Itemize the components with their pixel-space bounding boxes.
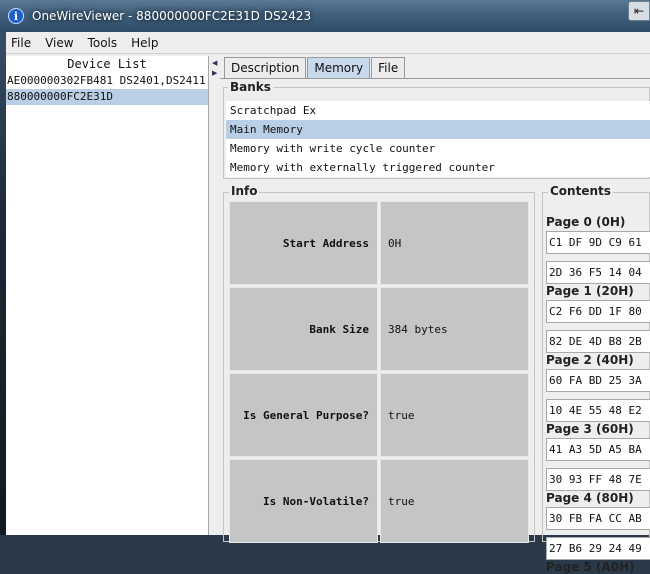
- info-group-title: Info: [229, 184, 260, 198]
- device-list-item[interactable]: AE000000302FB481 DS2401,DS2411: [6, 73, 208, 89]
- device-list-header: Device List: [67, 57, 147, 71]
- tab-description[interactable]: Description: [224, 57, 307, 78]
- menu-tools[interactable]: Tools: [81, 36, 125, 50]
- device-list-item-selected[interactable]: 880000000FC2E31D: [6, 89, 208, 105]
- expand-right-icon[interactable]: ▶: [212, 69, 217, 77]
- collapse-left-icon[interactable]: ◀: [212, 59, 217, 67]
- bank-item[interactable]: Scratchpad Ex: [226, 101, 650, 120]
- hex-row[interactable]: 30 93 FF 48 7E: [546, 468, 650, 491]
- info-label: Is General Purpose?: [229, 373, 378, 457]
- contents-group-title: Contents: [548, 184, 613, 198]
- hex-row[interactable]: C1 DF 9D C9 61: [546, 231, 650, 254]
- hex-row[interactable]: 82 DE 4D B8 2B: [546, 330, 650, 353]
- page-title: Page 1 (20H): [546, 284, 634, 298]
- info-value: 384 bytes: [380, 287, 529, 371]
- split-pane-divider[interactable]: ◀ ▶: [209, 56, 220, 535]
- page-title: Page 0 (0H): [546, 215, 626, 229]
- memory-tab-content: Banks Scratchpad Ex Main Memory Memory w…: [220, 78, 650, 574]
- page-title: Page 2 (40H): [546, 353, 634, 367]
- menu-bar: File View Tools Help: [6, 32, 650, 54]
- hex-row[interactable]: 41 A3 5D A5 BA: [546, 438, 650, 461]
- menu-help[interactable]: Help: [124, 36, 165, 50]
- bank-item-selected[interactable]: Main Memory: [226, 120, 650, 139]
- info-icon: i: [8, 8, 24, 24]
- info-value: 0H: [380, 201, 529, 285]
- tab-memory[interactable]: Memory: [307, 57, 371, 78]
- device-list-panel: Device List AE000000302FB481 DS2401,DS24…: [6, 56, 209, 535]
- info-label: Start Address: [229, 201, 378, 285]
- tab-file[interactable]: File: [371, 57, 406, 78]
- page-title: Page 5 (A0H): [546, 560, 635, 574]
- hex-row[interactable]: 30 FB FA CC AB: [546, 507, 650, 530]
- contents-pages: Page 0 (0H) C1 DF 9D C9 61 2D 36 F5 14 0…: [546, 215, 650, 574]
- info-row: Start Address 0H: [229, 201, 529, 287]
- info-label: Bank Size: [229, 287, 378, 371]
- page-title: Page 3 (60H): [546, 422, 634, 436]
- app-window: File View Tools Help Device List AE00000…: [6, 32, 650, 574]
- menu-file[interactable]: File: [6, 36, 38, 50]
- banks-list: Scratchpad Ex Main Memory Memory with wr…: [226, 101, 650, 177]
- menu-view[interactable]: View: [38, 36, 80, 50]
- hex-row[interactable]: C2 F6 DD 1F 80: [546, 300, 650, 323]
- tab-strip: Description Memory File: [224, 56, 406, 78]
- info-label: Is Non-Volatile?: [229, 459, 378, 543]
- bank-item[interactable]: Memory with externally triggered counter: [226, 158, 650, 177]
- window-title: OneWireViewer - 880000000FC2E31D DS2423: [32, 9, 312, 23]
- page-title: Page 4 (80H): [546, 491, 634, 505]
- hex-row[interactable]: 10 4E 55 48 E2: [546, 399, 650, 422]
- info-row: Bank Size 384 bytes: [229, 287, 529, 373]
- info-table: Start Address 0H Bank Size 384 bytes Is …: [229, 201, 529, 545]
- info-value: true: [380, 373, 529, 457]
- info-value: true: [380, 459, 529, 543]
- hex-row[interactable]: 27 B6 29 24 49: [546, 537, 650, 560]
- bank-item[interactable]: Memory with write cycle counter: [226, 139, 650, 158]
- window-titlebar[interactable]: i OneWireViewer - 880000000FC2E31D DS242…: [0, 0, 650, 32]
- back-arrow-icon[interactable]: ⇤: [628, 1, 650, 21]
- info-row: Is Non-Volatile? true: [229, 459, 529, 545]
- info-row: Is General Purpose? true: [229, 373, 529, 459]
- hex-row[interactable]: 60 FA BD 25 3A: [546, 369, 650, 392]
- banks-group-title: Banks: [228, 80, 273, 94]
- hex-row[interactable]: 2D 36 F5 14 04: [546, 261, 650, 284]
- viewer-panel: Description Memory File Banks Scratchpad…: [220, 56, 650, 574]
